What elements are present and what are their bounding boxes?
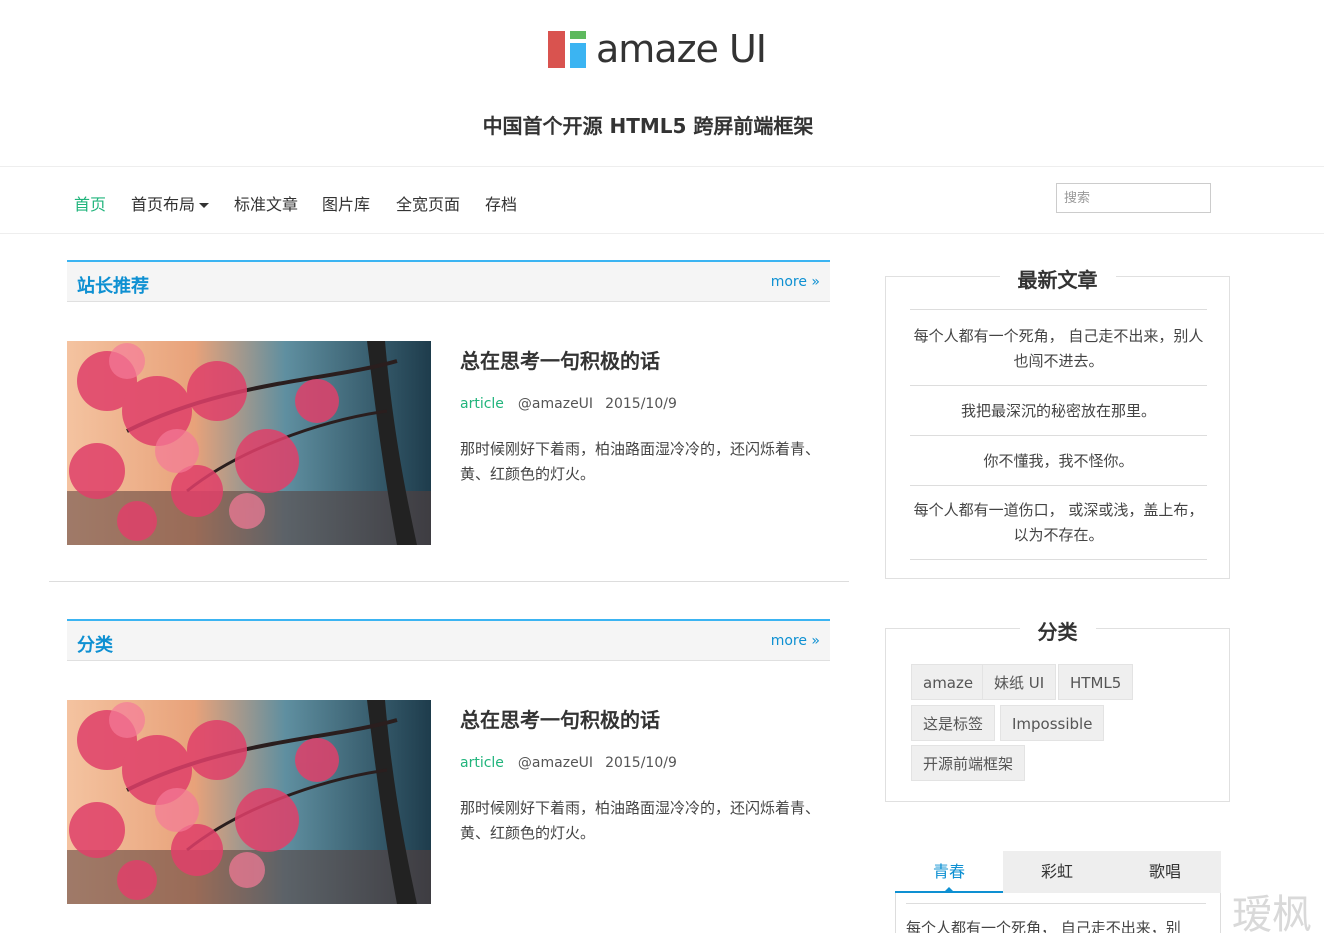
tag-meizhi-ui[interactable]: 妹纸 UI	[982, 664, 1057, 700]
search-input[interactable]	[1056, 183, 1211, 213]
tag-this-is-tag[interactable]: 这是标签	[911, 705, 996, 741]
tag-amaze[interactable]: amaze	[911, 664, 986, 700]
logo-mark-icon	[548, 29, 588, 69]
nav-item-home-layout[interactable]: 首页布局	[131, 191, 210, 215]
section-title[interactable]: 站长推荐	[77, 272, 149, 298]
tag-impossible[interactable]: Impossible	[1000, 705, 1105, 741]
sidebar-tabs: 青春 彩虹 歌唱	[895, 851, 1221, 893]
post-date: 2015/10/9	[605, 755, 677, 771]
tab-content-text[interactable]: 每个人都有一个死角， 自己走不出来，别	[906, 917, 1216, 933]
post-thumbnail[interactable]	[67, 341, 431, 545]
logo-text: amaze UI	[596, 27, 767, 71]
tab-content: 每个人都有一个死角， 自己走不出来，别	[895, 893, 1221, 933]
latest-article-item[interactable]: 我把最深沉的秘密放在那里。	[910, 385, 1207, 435]
nav-item-gallery[interactable]: 图片库	[322, 191, 370, 215]
post-title[interactable]: 总在思考一句积极的话	[460, 345, 660, 374]
site-header: amaze UI 中国首个开源 HTML5 跨屏前端框架	[0, 0, 1324, 166]
main-nav: 首页 首页布局 标准文章 图片库 全宽页面 存档	[0, 166, 1324, 234]
categories-title-text: 分类	[1019, 620, 1096, 644]
latest-articles-list: 每个人都有一个死角， 自己走不出来，别人也闯不进去。 我把最深沉的秘密放在那里。…	[910, 309, 1207, 560]
post-summary: 那时候刚好下着雨，柏油路面湿冷冷的，还闪烁着青、黄、红颜色的灯火。	[460, 799, 821, 842]
nav-item-home-layout-label: 首页布局	[131, 195, 196, 214]
watermark-text: 瑷枫	[1232, 892, 1312, 938]
caret-down-icon	[199, 203, 210, 208]
post-author: @amazeUI	[517, 755, 594, 771]
post-thumbnail[interactable]	[67, 700, 431, 904]
tab-sing[interactable]: 歌唱	[1111, 851, 1219, 893]
nav-item-archive[interactable]: 存档	[485, 191, 517, 215]
section-title[interactable]: 分类	[77, 631, 113, 657]
section-header-categories: 分类 more »	[67, 619, 830, 661]
post-summary: 那时候刚好下着雨，柏油路面湿冷冷的，还闪烁着青、黄、红颜色的灯火。	[460, 440, 821, 483]
latest-article-item[interactable]: 你不懂我，我不怪你。	[910, 435, 1207, 485]
more-link[interactable]: more »	[771, 633, 820, 649]
latest-articles-title: 最新文章	[885, 264, 1230, 293]
post-meta: article @amazeUI 2015/10/9	[460, 755, 677, 771]
site-logo[interactable]: amaze UI	[548, 27, 767, 71]
nav-item-full-width[interactable]: 全宽页面	[396, 191, 460, 215]
section-divider	[49, 581, 849, 582]
tag-open-source-framework[interactable]: 开源前端框架	[911, 745, 1026, 781]
latest-article-item[interactable]: 每个人都有一道伤口， 或深或浅，盖上布，以为不存在。	[910, 485, 1207, 560]
tab-youth[interactable]: 青春	[895, 851, 1003, 893]
post-author: @amazeUI	[517, 396, 594, 412]
post-date: 2015/10/9	[605, 396, 677, 412]
latest-articles-title-text: 最新文章	[999, 268, 1116, 292]
latest-article-item[interactable]: 每个人都有一个死角， 自己走不出来，别人也闯不进去。	[910, 309, 1207, 385]
site-tagline: 中国首个开源 HTML5 跨屏前端框架	[482, 114, 814, 138]
more-link[interactable]: more »	[771, 274, 820, 290]
section-header-recommended: 站长推荐 more »	[67, 260, 830, 302]
post-category[interactable]: article	[460, 396, 504, 412]
tab-rainbow[interactable]: 彩虹	[1003, 851, 1111, 893]
nav-item-standard-articles[interactable]: 标准文章	[234, 191, 298, 215]
categories-title: 分类	[885, 616, 1230, 645]
tab-content-divider	[906, 903, 1206, 904]
nav-item-home[interactable]: 首页	[74, 191, 106, 215]
post-category[interactable]: article	[460, 755, 504, 771]
post-title[interactable]: 总在思考一句积极的话	[460, 704, 660, 733]
post-meta: article @amazeUI 2015/10/9	[460, 396, 677, 412]
tag-html5[interactable]: HTML5	[1058, 664, 1134, 700]
